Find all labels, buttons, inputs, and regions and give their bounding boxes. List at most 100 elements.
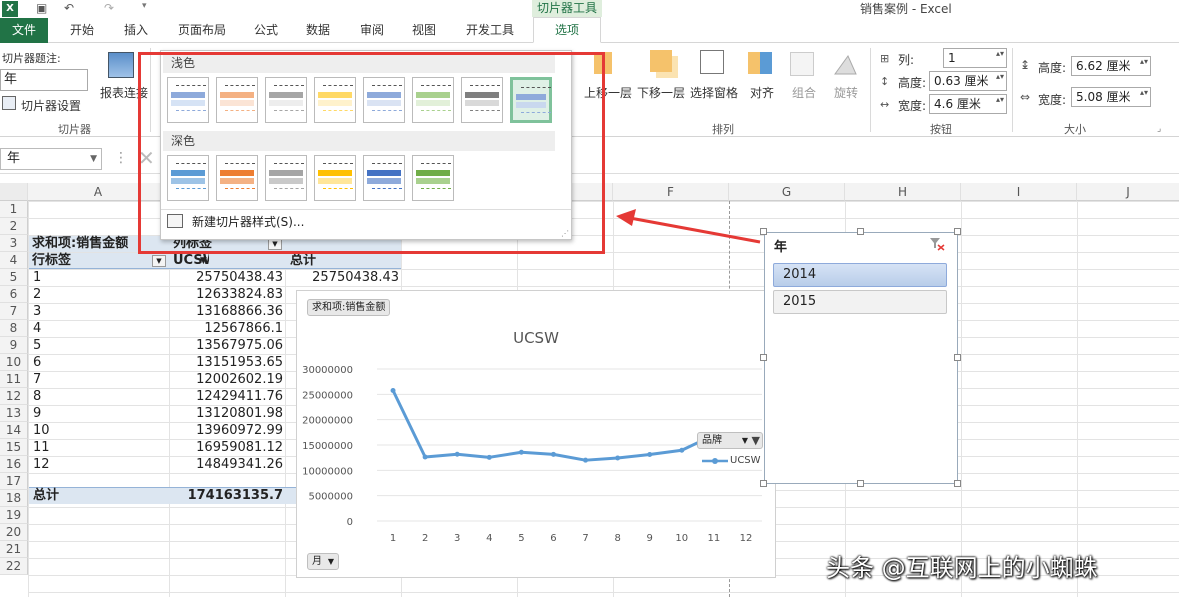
pivot-sum-label[interactable]: 求和项:销售金额 — [32, 235, 128, 252]
pivot-row-value[interactable]: 13168866.36 — [170, 303, 283, 320]
pivot-row-value[interactable]: 13120801.98 — [170, 405, 283, 422]
tab-data[interactable]: 数据 — [306, 18, 330, 43]
tab-view[interactable]: 视图 — [412, 18, 436, 43]
pivot-grand-total-label[interactable]: 总计 — [33, 487, 59, 504]
pivot-row-value[interactable]: 14849341.26 — [170, 456, 283, 473]
chart-legend[interactable]: UCSW — [700, 455, 764, 469]
column-header-g[interactable]: G — [729, 183, 845, 201]
redo-icon[interactable]: ↷ — [104, 1, 114, 15]
row-header[interactable]: 20 — [0, 524, 28, 541]
pivot-row-value[interactable]: 12429411.76 — [170, 388, 283, 405]
tab-home[interactable]: 开始 — [70, 18, 94, 43]
name-box[interactable]: 年 ▼ — [0, 148, 102, 170]
row-header[interactable]: 15 — [0, 439, 28, 456]
selection-pane-button[interactable]: 选择窗格 — [690, 84, 738, 101]
tab-formulas[interactable]: 公式 — [254, 18, 278, 43]
slicer-caption-input[interactable]: 年 — [0, 69, 88, 91]
width-spinner[interactable]: 5.08 厘米 — [1071, 87, 1151, 107]
resize-handle[interactable] — [760, 480, 767, 487]
column-header-j[interactable]: J — [1077, 183, 1179, 201]
align-button[interactable]: 对齐 — [750, 84, 774, 101]
pivot-row-value[interactable]: 25750438.43 — [170, 269, 283, 286]
pivot-row-label[interactable]: 行标签 — [32, 252, 71, 269]
chart-field-button-month[interactable]: 月 ▼ — [307, 553, 339, 570]
slicer-item-2014[interactable]: 2014 — [773, 263, 947, 287]
resize-handle[interactable] — [954, 354, 961, 361]
button-width-spinner[interactable]: 4.6 厘米 — [929, 94, 1007, 114]
slicer-settings-button[interactable]: 切片器设置 — [21, 97, 81, 114]
row-header[interactable]: 5 — [0, 269, 28, 286]
tab-options[interactable]: 选项 — [533, 17, 601, 43]
column-header-h[interactable]: H — [845, 183, 961, 201]
column-header-i[interactable]: I — [961, 183, 1077, 201]
pivot-row-month[interactable]: 3 — [33, 303, 41, 320]
pivot-row-month[interactable]: 9 — [33, 405, 41, 422]
row-header[interactable]: 18 — [0, 490, 28, 507]
select-all-corner[interactable] — [0, 183, 28, 201]
row-header[interactable]: 22 — [0, 558, 28, 575]
pivot-row-month[interactable]: 11 — [33, 439, 50, 456]
row-header[interactable]: 17 — [0, 473, 28, 490]
row-header[interactable]: 11 — [0, 371, 28, 388]
height-spinner[interactable]: 6.62 厘米 — [1071, 56, 1151, 76]
pivot-row-month[interactable]: 1 — [33, 269, 41, 286]
row-header[interactable]: 14 — [0, 422, 28, 439]
row-header[interactable]: 4 — [0, 252, 28, 269]
pivot-row-month[interactable]: 2 — [33, 286, 41, 303]
pivot-row-month[interactable]: 5 — [33, 337, 41, 354]
filter-dropdown-icon[interactable]: ▼ — [152, 255, 166, 267]
button-height-spinner[interactable]: 0.63 厘米 — [929, 71, 1007, 91]
pivot-row-value[interactable]: 13567975.06 — [170, 337, 283, 354]
chevron-down-icon[interactable]: ▼ — [90, 149, 97, 169]
row-header[interactable]: 21 — [0, 541, 28, 558]
pivot-row-month[interactable]: 7 — [33, 371, 41, 388]
row-header[interactable]: 19 — [0, 507, 28, 524]
row-header[interactable]: 16 — [0, 456, 28, 473]
pivot-total-header[interactable]: 总计 — [290, 252, 316, 269]
tab-file[interactable]: 文件 — [0, 18, 48, 43]
resize-handle[interactable] — [760, 354, 767, 361]
pivot-row-month[interactable]: 12 — [33, 456, 50, 473]
pivot-row-value[interactable]: 16959081.12 — [170, 439, 283, 456]
group-button[interactable]: 组合 — [792, 84, 816, 101]
row-header[interactable]: 12 — [0, 388, 28, 405]
pivot-grand-total-value[interactable]: 174163135.7 — [170, 487, 283, 504]
tab-review[interactable]: 审阅 — [360, 18, 384, 43]
filter-dropdown-icon[interactable]: ▼ — [200, 256, 207, 266]
pivot-row-value[interactable]: 12002602.19 — [170, 371, 283, 388]
save-icon[interactable]: ▣ — [36, 1, 47, 15]
pivot-row-total[interactable]: 25750438.43 — [286, 269, 399, 286]
tab-developer[interactable]: 开发工具 — [466, 18, 514, 43]
row-header[interactable]: 1 — [0, 201, 28, 218]
send-backward-button[interactable]: 下移一层 — [637, 84, 685, 101]
row-header[interactable]: 13 — [0, 405, 28, 422]
pivot-row-value[interactable]: 12633824.83 — [170, 286, 283, 303]
resize-handle[interactable] — [857, 480, 864, 487]
size-dialog-launcher-icon[interactable]: ⌟ — [1157, 124, 1161, 134]
chart-field-button-brand[interactable]: 品牌 ▼ ▼ — [697, 432, 763, 449]
pivot-row-value[interactable]: 13151953.65 — [170, 354, 283, 371]
row-header[interactable]: 2 — [0, 218, 28, 235]
rotate-button[interactable]: 旋转 — [834, 84, 858, 101]
resize-handle[interactable] — [857, 228, 864, 235]
row-header[interactable]: 10 — [0, 354, 28, 371]
year-slicer[interactable]: 年 2014 2015 — [764, 232, 958, 484]
pivot-row-value[interactable]: 12567866.1 — [170, 320, 283, 337]
clear-filter-icon[interactable] — [929, 237, 945, 251]
tab-page-layout[interactable]: 页面布局 — [178, 18, 226, 43]
row-header[interactable]: 8 — [0, 320, 28, 337]
column-header-f[interactable]: F — [613, 183, 729, 201]
row-header[interactable]: 3 — [0, 235, 28, 252]
row-header[interactable]: 6 — [0, 286, 28, 303]
resize-handle[interactable] — [954, 228, 961, 235]
pivot-row-month[interactable]: 4 — [33, 320, 41, 337]
row-header[interactable]: 7 — [0, 303, 28, 320]
columns-spinner[interactable]: 1 — [943, 48, 1007, 68]
pivot-row-value[interactable]: 13960972.99 — [170, 422, 283, 439]
resize-handle[interactable] — [954, 480, 961, 487]
tab-insert[interactable]: 插入 — [124, 18, 148, 43]
pivot-row-month[interactable]: 8 — [33, 388, 41, 405]
pivot-row-month[interactable]: 6 — [33, 354, 41, 371]
row-header[interactable]: 9 — [0, 337, 28, 354]
customize-qat-icon[interactable]: ▾ — [142, 1, 147, 11]
